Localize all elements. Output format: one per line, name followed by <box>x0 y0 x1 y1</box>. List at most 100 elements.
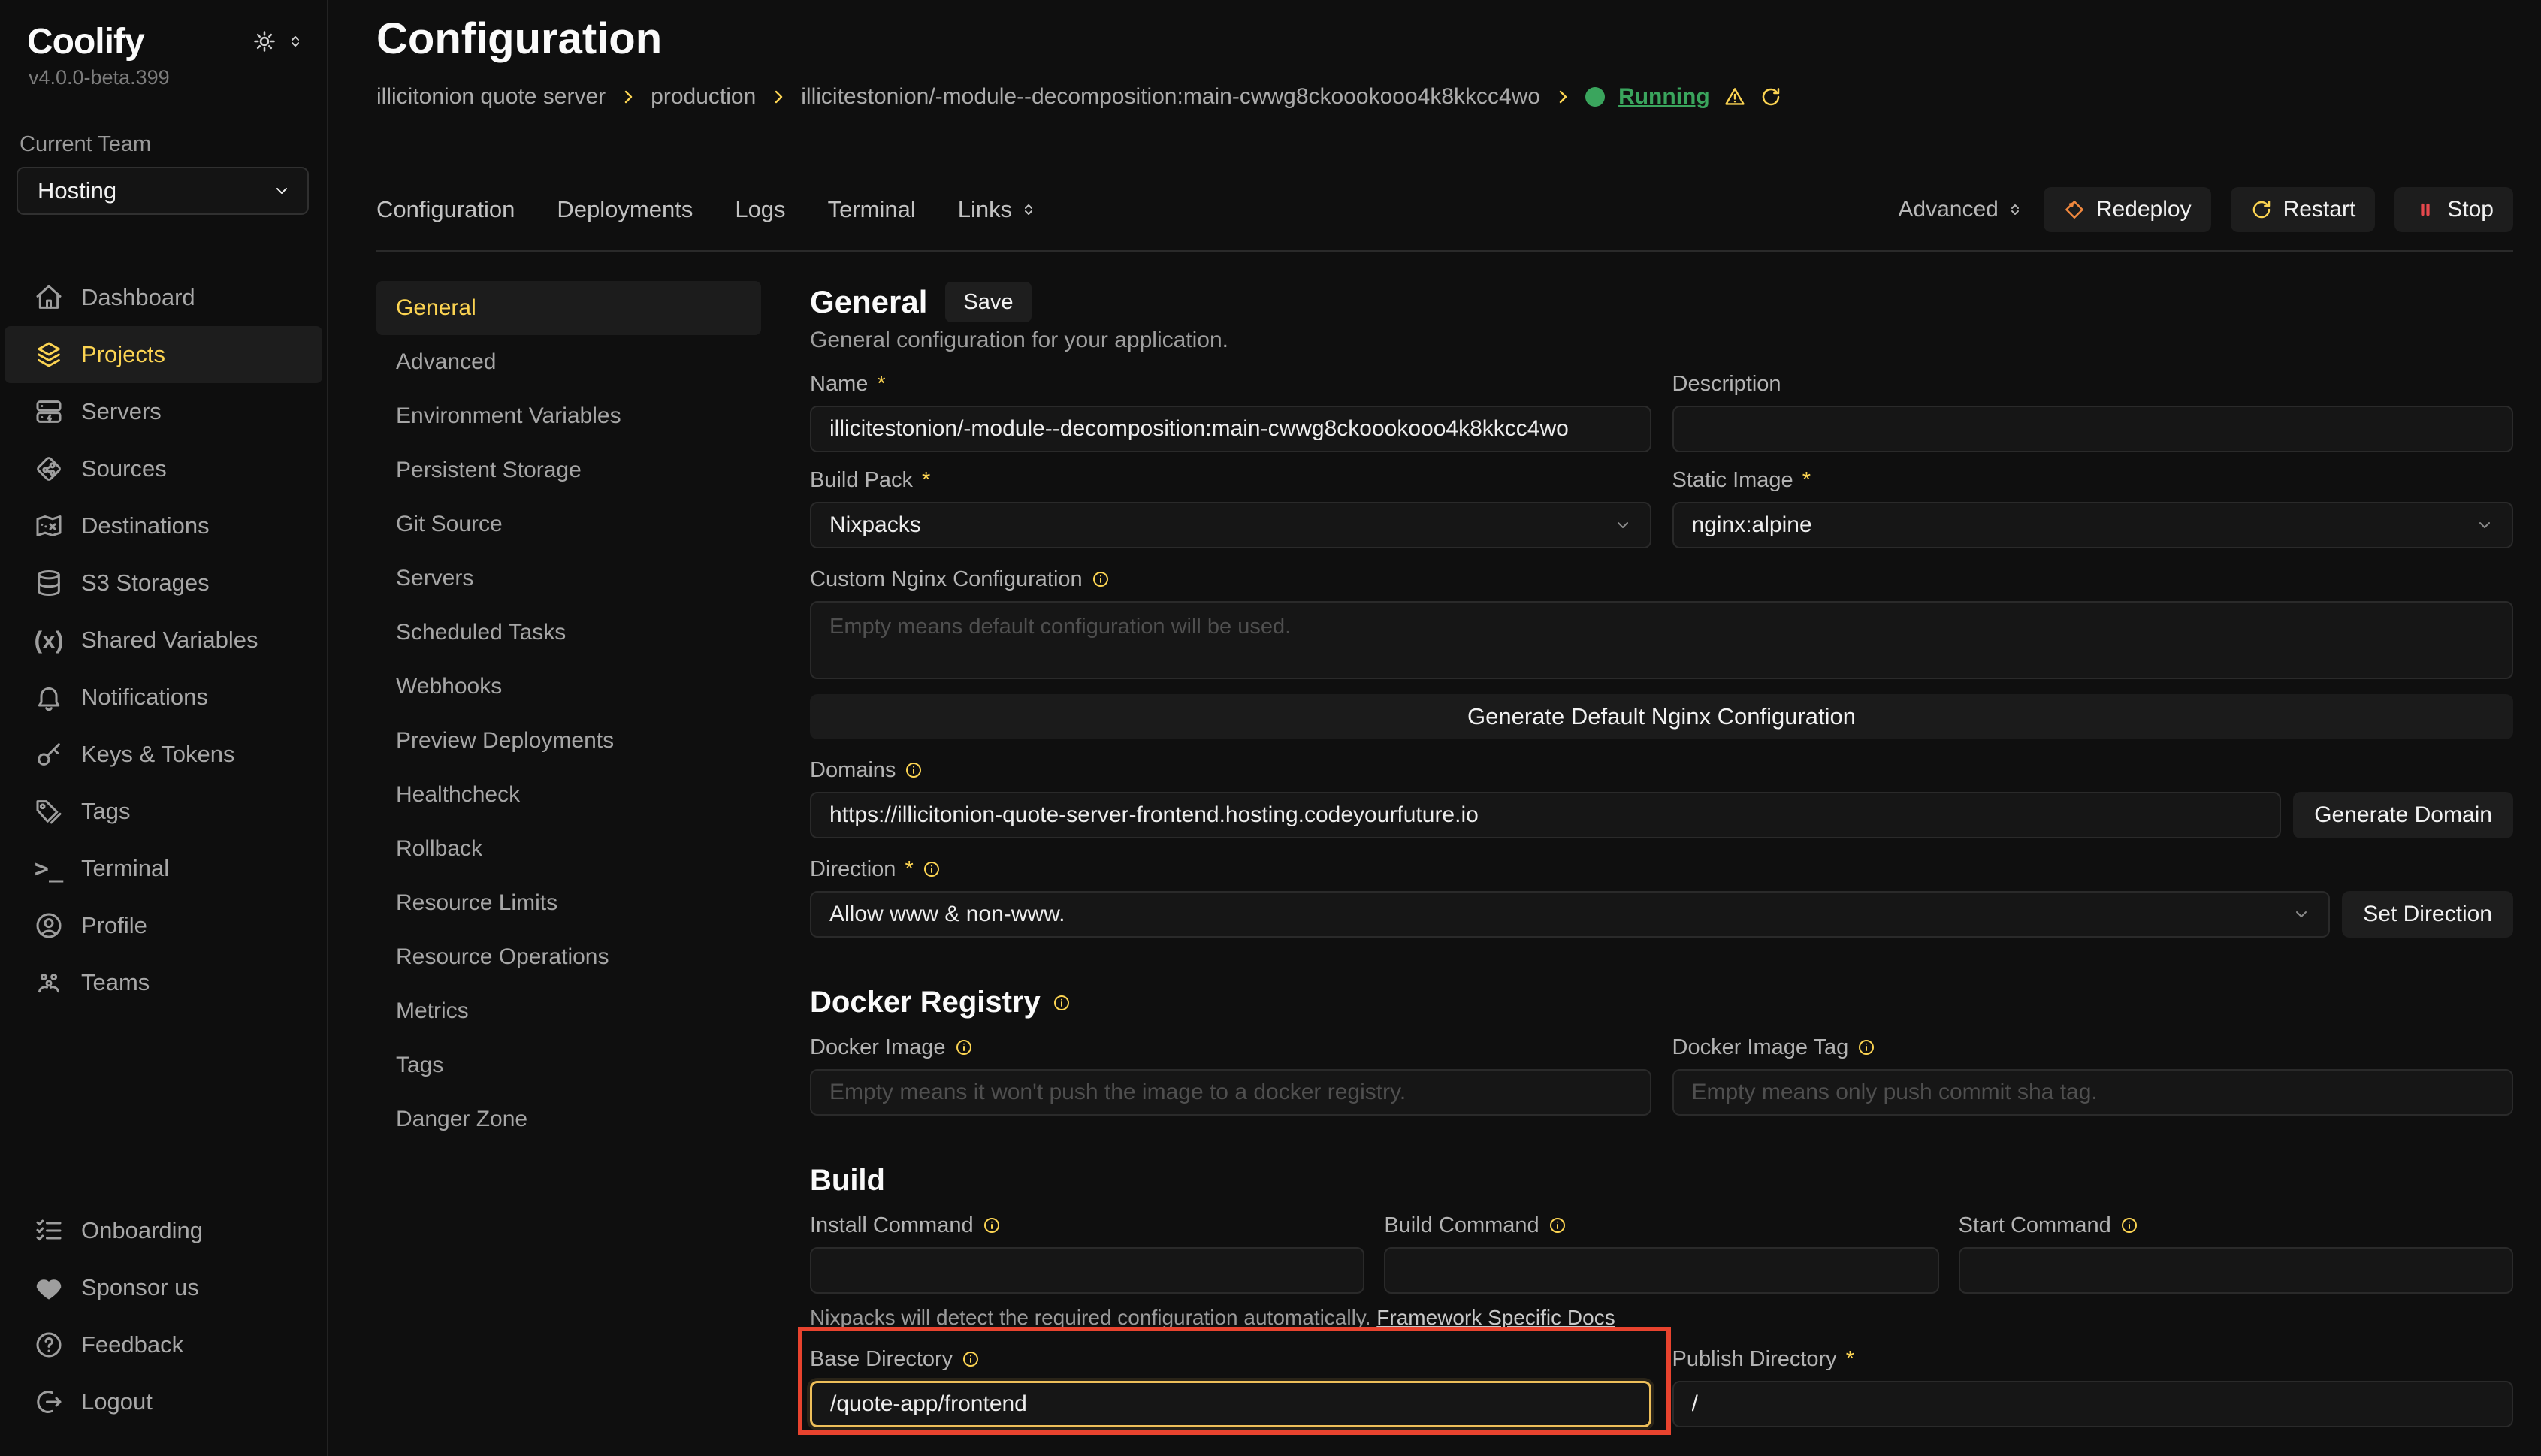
sidebar-item-teams[interactable]: Teams <box>5 954 322 1011</box>
sidebar-item-projects[interactable]: Projects <box>5 326 322 383</box>
sidebar-item-label: Destinations <box>81 512 210 539</box>
sidebar-item-label: Shared Variables <box>81 627 258 654</box>
team-select-value: Hosting <box>38 177 116 204</box>
set-direction-button[interactable]: Set Direction <box>2342 891 2513 938</box>
info-icon[interactable] <box>2120 1216 2138 1234</box>
sidebar-item-keys-tokens[interactable]: Keys & Tokens <box>5 726 322 783</box>
static-image-label: Static Image <box>1672 468 1793 493</box>
section-subtitle: General configuration for your applicati… <box>810 328 2513 353</box>
docker-image-label: Docker Image <box>810 1035 946 1060</box>
sidebar-item-label: Logout <box>81 1388 153 1415</box>
sidebar-item-dashboard[interactable]: Dashboard <box>5 269 322 326</box>
subnav-item-resource-limits[interactable]: Resource Limits <box>376 876 761 930</box>
subnav-item-tags[interactable]: Tags <box>376 1038 761 1092</box>
restart-button[interactable]: Restart <box>2231 187 2376 232</box>
sidebar-item-logout[interactable]: Logout <box>5 1373 322 1430</box>
chevron-down-icon <box>2476 516 2494 534</box>
subnav-item-scheduled-tasks[interactable]: Scheduled Tasks <box>376 606 761 660</box>
direction-select[interactable]: Allow www & non-www. <box>810 891 2330 938</box>
key-icon <box>33 739 65 769</box>
sidebar-item-shared-variables[interactable]: (x) Shared Variables <box>5 612 322 669</box>
breadcrumb-project[interactable]: illicitonion quote server <box>376 84 606 110</box>
publish-directory-input[interactable] <box>1672 1381 2514 1427</box>
sidebar-item-notifications[interactable]: Notifications <box>5 669 322 726</box>
custom-nginx-textarea[interactable] <box>810 601 2513 679</box>
general-form: General Save General configuration for y… <box>810 281 2513 1427</box>
subnav-item-rollback[interactable]: Rollback <box>376 822 761 876</box>
sidebar-item-feedback[interactable]: Feedback <box>5 1316 322 1373</box>
name-input[interactable] <box>810 406 1651 452</box>
docker-image-input[interactable] <box>810 1069 1651 1116</box>
subnav-item-preview-deployments[interactable]: Preview Deployments <box>376 714 761 768</box>
sidebar-item-profile[interactable]: Profile <box>5 897 322 954</box>
stop-label: Stop <box>2447 197 2494 222</box>
domains-input[interactable] <box>810 792 2281 838</box>
start-command-input[interactable] <box>1959 1247 2513 1294</box>
subnav-item-servers[interactable]: Servers <box>376 551 761 606</box>
static-image-select[interactable]: nginx:alpine <box>1672 502 2514 548</box>
redeploy-label: Redeploy <box>2096 197 2192 222</box>
advanced-dropdown[interactable]: Advanced <box>1898 197 2023 222</box>
base-directory-input[interactable] <box>810 1381 1651 1427</box>
tab-links[interactable]: Links <box>958 196 1038 223</box>
sidebar-item-onboarding[interactable]: Onboarding <box>5 1202 322 1259</box>
build-pack-select[interactable]: Nixpacks <box>810 502 1651 548</box>
breadcrumb-environment[interactable]: production <box>651 84 756 110</box>
info-icon[interactable] <box>955 1038 973 1056</box>
info-icon[interactable] <box>923 860 941 878</box>
theme-toggle[interactable] <box>253 30 304 53</box>
generate-domain-button[interactable]: Generate Domain <box>2293 792 2513 838</box>
sidebar-item-label: Servers <box>81 398 162 425</box>
framework-docs-link[interactable]: Framework Specific Docs <box>1376 1306 1615 1329</box>
description-input[interactable] <box>1672 406 2514 452</box>
subnav-item-git-source[interactable]: Git Source <box>376 497 761 551</box>
custom-nginx-label: Custom Nginx Configuration <box>810 567 1083 592</box>
save-button[interactable]: Save <box>945 282 1031 322</box>
install-command-input[interactable] <box>810 1247 1364 1294</box>
git-icon <box>33 454 65 484</box>
breadcrumb-application[interactable]: illicitestonion/-module--decomposition:m… <box>801 84 1540 110</box>
info-icon[interactable] <box>905 761 923 779</box>
stop-button[interactable]: Stop <box>2394 187 2513 232</box>
sidebar-item-sponsor[interactable]: Sponsor us <box>5 1259 322 1316</box>
info-icon[interactable] <box>1092 570 1110 588</box>
tab-terminal[interactable]: Terminal <box>828 196 916 223</box>
sidebar-item-label: Feedback <box>81 1331 183 1358</box>
subnav-item-advanced[interactable]: Advanced <box>376 335 761 389</box>
sidebar-item-servers[interactable]: Servers <box>5 383 322 440</box>
info-icon[interactable] <box>1548 1216 1567 1234</box>
start-command-label: Start Command <box>1959 1213 2111 1238</box>
heart-icon <box>33 1273 65 1303</box>
warning-icon[interactable] <box>1724 86 1746 108</box>
generate-nginx-button[interactable]: Generate Default Nginx Configuration <box>810 694 2513 739</box>
sidebar-item-sources[interactable]: Sources <box>5 440 322 497</box>
subnav-item-persistent-storage[interactable]: Persistent Storage <box>376 443 761 497</box>
tab-logs[interactable]: Logs <box>735 196 785 223</box>
subnav-item-environment-variables[interactable]: Environment Variables <box>376 389 761 443</box>
sidebar-item-tags[interactable]: Tags <box>5 783 322 840</box>
tab-deployments[interactable]: Deployments <box>557 196 693 223</box>
info-icon[interactable] <box>1857 1038 1875 1056</box>
build-command-input[interactable] <box>1384 1247 1938 1294</box>
status-badge[interactable]: Running <box>1618 84 1710 110</box>
info-icon[interactable] <box>1053 994 1071 1012</box>
tab-configuration[interactable]: Configuration <box>376 196 515 223</box>
docker-image-tag-input[interactable] <box>1672 1069 2514 1116</box>
sidebar-item-s3-storages[interactable]: S3 Storages <box>5 554 322 612</box>
restart-icon <box>2250 198 2273 221</box>
coolify-app: Coolify v4.0.0-beta.399 Current Team Hos… <box>0 0 2541 1456</box>
refresh-icon[interactable] <box>1760 86 1782 108</box>
direction-label: Direction <box>810 857 896 882</box>
sidebar-item-terminal[interactable]: >_ Terminal <box>5 840 322 897</box>
sidebar-item-destinations[interactable]: Destinations <box>5 497 322 554</box>
info-icon[interactable] <box>983 1216 1001 1234</box>
subnav-item-metrics[interactable]: Metrics <box>376 984 761 1038</box>
team-select[interactable]: Hosting <box>17 167 309 215</box>
redeploy-button[interactable]: Redeploy <box>2044 187 2211 232</box>
subnav-item-healthcheck[interactable]: Healthcheck <box>376 768 761 822</box>
subnav-item-danger-zone[interactable]: Danger Zone <box>376 1092 761 1146</box>
subnav-item-resource-operations[interactable]: Resource Operations <box>376 930 761 984</box>
info-icon[interactable] <box>962 1350 980 1368</box>
subnav-item-general[interactable]: General <box>376 281 761 335</box>
subnav-item-webhooks[interactable]: Webhooks <box>376 660 761 714</box>
